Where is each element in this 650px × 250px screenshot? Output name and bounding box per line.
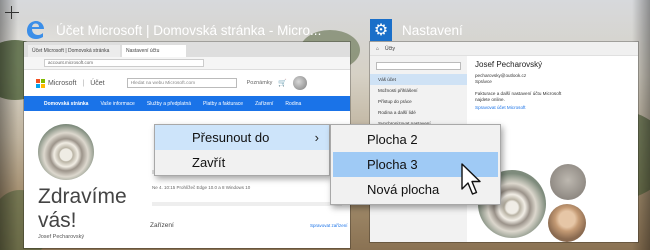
divider (152, 202, 342, 206)
user-name-label: Josef Pecharovský (38, 234, 85, 240)
settings-user-name: Josef Pecharovský (475, 60, 543, 69)
address-bar-row: account.microsoft.com (24, 57, 350, 70)
settings-window-title-text: Nastavení (402, 22, 463, 38)
mouse-cursor-icon (461, 163, 481, 195)
context-menu: Přesunout do › Zavřít (154, 124, 330, 176)
ms-section: Účet (90, 79, 105, 87)
browser-tab-strip: Účet Microsoft | Domovská stránka Nastav… (24, 42, 350, 57)
settings-manage-link[interactable]: Spravovat účet Microsoft (475, 105, 635, 110)
crosshair-icon (5, 6, 19, 19)
settings-item-signin[interactable]: Možnosti přihlášení (370, 85, 467, 96)
ms-site-header: Microsoft | Účet Hledat na webu Microsof… (24, 70, 350, 96)
profile-photo-small (550, 164, 586, 200)
settings-main: Josef Pecharovský pecharovsky@outlook.cz… (475, 60, 635, 110)
nav-item-devices[interactable]: Zařízení (255, 101, 273, 107)
profile-photo-person (548, 204, 586, 242)
gear-icon: ⚙ (370, 19, 392, 41)
header-separator: | (82, 79, 85, 87)
ms-search-input[interactable]: Hledat na webu Microsoft.com (126, 78, 237, 88)
nav-item-info[interactable]: Vaše informace (100, 101, 134, 107)
settings-top-bar: ⌂ Účty (370, 42, 638, 56)
cart-icon[interactable]: 🛒 (278, 79, 287, 87)
edge-window-title[interactable]: Účet Microsoft | Domovská stránka - Micr… (24, 15, 329, 45)
devices-link[interactable]: Spravovat zařízení (310, 223, 348, 228)
settings-item-work[interactable]: Přístup do práce (370, 96, 467, 107)
settings-user-role: Správce (475, 79, 492, 84)
submenu-item-desktop-2[interactable]: Plocha 2 (331, 127, 500, 152)
edge-logo-icon (27, 21, 44, 39)
address-bar[interactable]: account.microsoft.com (44, 59, 204, 67)
devices-heading: Zařízení (150, 222, 174, 229)
menu-item-close[interactable]: Zavřít (155, 150, 329, 175)
edge-window-title-text: Účet Microsoft | Domovská stránka - Micr… (56, 22, 322, 38)
menu-item-move-to[interactable]: Přesunout do › (155, 125, 329, 150)
nav-item-family[interactable]: Rodina (285, 101, 301, 107)
home-icon[interactable]: ⌂ (376, 46, 379, 52)
submenu-item-label: Plocha 2 (367, 132, 418, 147)
greeting-text: Zdravíme vás! (38, 185, 127, 232)
ms-nav-bar: Domovská stránka Vaše informace Služby a… (24, 96, 350, 111)
settings-item-account[interactable]: Váš účet (370, 74, 467, 85)
avatar[interactable] (293, 76, 308, 90)
session-row: Ne 4. 10:15 Prohlížeč Edge 10.0 a 8 Wind… (152, 185, 251, 190)
settings-search-input[interactable] (376, 62, 461, 70)
nav-item-services[interactable]: Služby a předplatná (147, 101, 191, 107)
browser-tab-active[interactable]: Nastavení účtu (122, 45, 186, 57)
menu-item-close-label: Zavřít (192, 155, 226, 170)
submenu-item-label: Nová plocha (367, 182, 440, 197)
settings-top-label: Účty (385, 45, 396, 52)
settings-item-family[interactable]: Rodina a další lidé (370, 107, 467, 118)
greeting-heading: Zdravíme vás! (38, 185, 138, 233)
menu-item-move-to-label: Přesunout do (192, 130, 270, 145)
profile-photo (38, 124, 94, 180)
chevron-right-icon: › (314, 130, 319, 145)
ms-profile-link[interactable]: Poznámky (247, 80, 273, 86)
submenu-item-label: Plocha 3 (367, 157, 418, 172)
microsoft-logo-icon (36, 78, 45, 88)
browser-tab[interactable]: Účet Microsoft | Domovská stránka (28, 45, 120, 57)
settings-description: Fakturace a další nastavení účtu Microso… (475, 91, 562, 102)
ms-brand: Microsoft (48, 79, 77, 87)
nav-item-home[interactable]: Domovská stránka (44, 101, 88, 107)
nav-item-payments[interactable]: Platby a fakturace (203, 101, 243, 107)
settings-window-title[interactable]: ⚙ Nastavení (370, 15, 640, 45)
